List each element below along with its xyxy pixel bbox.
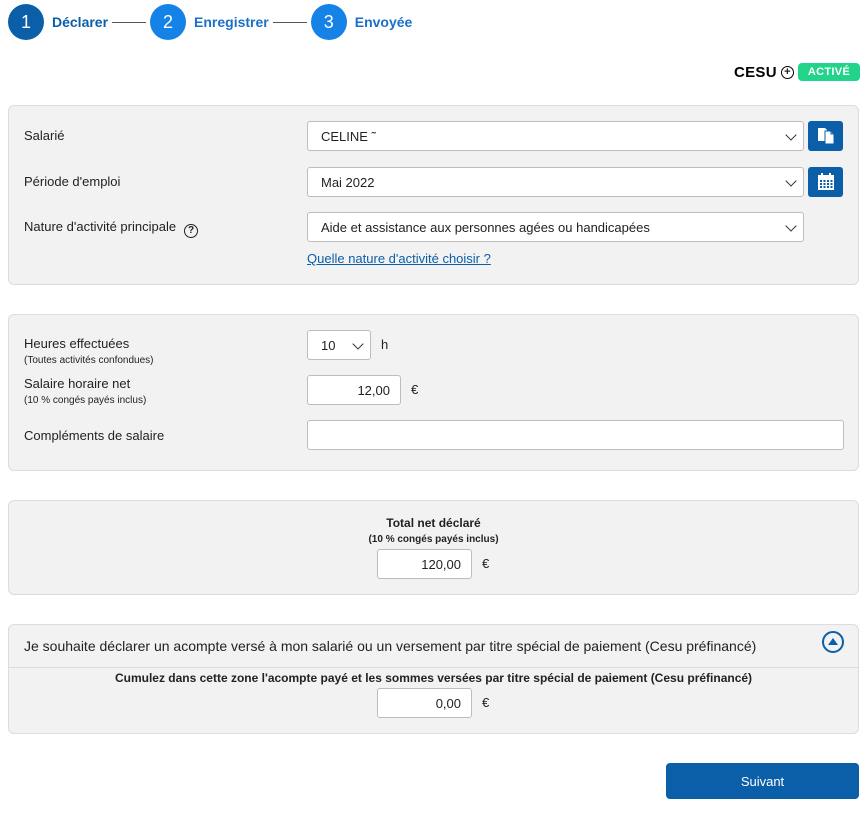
periode-value: Mai 2022 [321,174,375,190]
heures-unit: h [381,337,389,352]
chevron-down-icon [785,129,797,141]
total-value-field: 120,00 [377,549,472,579]
salarie-select[interactable]: CELINE ˜ [307,121,804,151]
step-label-enregistrer: Enregistrer [194,14,269,30]
copy-documents-button[interactable] [808,121,843,151]
acompte-input[interactable]: 0,00 [377,688,472,718]
step-enregistrer: 2 Enregistrer [150,4,269,40]
heures-label: Heures effectuées [24,336,130,351]
step-envoyee: 3 Envoyée [310,4,413,40]
calendar-icon [817,173,834,190]
heures-value: 10 [321,337,336,353]
plus-circle-icon[interactable]: + [780,65,794,79]
nature-help-link[interactable]: Quelle nature d'activité choisir ? [307,251,491,266]
calendar-button[interactable] [808,167,843,197]
copy-icon [817,128,834,145]
step-connector [112,21,147,23]
acompte-value: 0,00 [435,695,461,711]
help-icon[interactable]: ? [184,223,199,238]
step-connector [272,21,307,23]
step-label-envoyee: Envoyée [354,14,413,30]
salaire-value: 12,00 [357,382,390,398]
heures-select[interactable]: 10 [307,330,371,360]
acompte-unit: € [482,695,490,710]
chevron-down-icon [352,338,364,350]
total-title: Total net déclaré [386,516,481,530]
step-number-3: 3 [310,4,347,40]
step-declarer: 1 Déclarer [8,4,108,40]
employee-panel: Salarié CELINE ˜ Période d'emploi Mai 20… [8,105,859,285]
acompte-header-text: Je souhaite déclarer un acompte versé à … [24,638,757,654]
salarie-label: Salarié [24,128,65,143]
cesu-title: CESU [733,63,777,81]
cesu-status: CESU + ACTIVÉ [734,63,860,81]
nature-value: Aide et assistance aux personnes agées o… [321,219,650,235]
periode-label: Période d'emploi [24,174,121,189]
heures-sublabel: (Toutes activités confondues) [24,355,154,366]
acompte-header[interactable]: Je souhaite déclarer un acompte versé à … [9,625,858,668]
acompte-panel: Je souhaite déclarer un acompte versé à … [8,624,859,734]
total-subtitle: (10 % congés payés inclus) [368,534,499,545]
nature-select[interactable]: Aide et assistance aux personnes agées o… [307,212,804,242]
status-badge: ACTIVÉ [797,63,860,81]
acompte-instruction: Cumulez dans cette zone l'acompte payé e… [114,671,753,685]
salarie-value: CELINE ˜ [321,128,376,144]
nature-label-text: Nature d'activité principale [24,219,177,234]
nature-label: Nature d'activité principale? [24,219,199,238]
collapse-up-icon[interactable] [822,631,844,653]
salaire-sublabel: (10 % congés payés inclus) [24,395,147,406]
salaire-horaire-input[interactable]: 12,00 [307,375,401,405]
step-label-declarer: Déclarer [52,14,109,30]
chevron-down-icon [785,175,797,187]
complements-input[interactable] [307,420,844,450]
chevron-down-icon [785,220,797,232]
hours-panel: Heures effectuées (Toutes activités conf… [8,314,859,471]
periode-select[interactable]: Mai 2022 [307,167,804,197]
step-number-2: 2 [150,4,187,40]
stepper: 1 Déclarer 2 Enregistrer 3 Envoyée [8,4,412,40]
salaire-unit: € [411,382,419,397]
total-unit: € [482,556,490,571]
total-value: 120,00 [421,556,461,572]
total-panel: Total net déclaré (10 % congés payés inc… [8,500,859,595]
salaire-label: Salaire horaire net [24,376,131,391]
step-number-1: 1 [8,4,44,40]
complements-label: Compléments de salaire [24,428,165,443]
next-button[interactable]: Suivant [666,763,859,799]
